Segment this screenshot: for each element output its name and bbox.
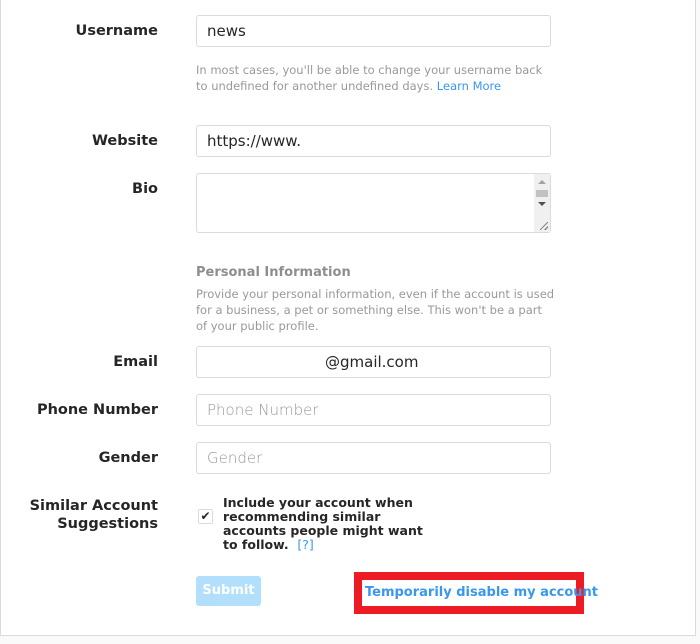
checkmark-icon: ✔ — [200, 509, 211, 523]
bio-label: Bio — [132, 181, 158, 197]
resize-grip-icon[interactable] — [540, 222, 548, 230]
website-label: Website — [91, 133, 158, 149]
personal-info-text: Provide your personal information, even … — [196, 287, 555, 333]
gender-input[interactable]: Gender — [196, 442, 551, 474]
similar-account-label: Similar Account Suggestions — [29, 498, 158, 532]
temporarily-disable-account-link[interactable]: Temporarily disable my account — [365, 585, 598, 600]
website-input[interactable]: https://www. — [196, 125, 551, 157]
similar-help-link[interactable]: [?] — [297, 537, 313, 552]
personal-info-heading: Personal Information — [196, 265, 351, 280]
highlight-box: Temporarily disable my account — [354, 572, 598, 614]
phone-input[interactable]: Phone Number — [196, 394, 551, 426]
scroll-thumb[interactable] — [536, 190, 548, 197]
username-input[interactable]: news — [196, 15, 551, 47]
email-label: Email — [113, 354, 158, 370]
similar-account-text: Include your account when recommending s… — [223, 495, 423, 552]
scroll-down-icon[interactable] — [538, 202, 546, 206]
learn-more-link[interactable]: Learn More — [437, 79, 501, 93]
phone-label: Phone Number — [36, 402, 158, 418]
similar-account-checkbox[interactable]: ✔ — [198, 509, 213, 524]
edit-profile-card: Username news In most cases, you'll be a… — [0, 0, 696, 636]
username-label: Username — [75, 23, 158, 39]
submit-button[interactable]: Submit — [196, 576, 261, 606]
gender-label: Gender — [98, 450, 158, 466]
bio-textarea[interactable] — [196, 173, 551, 233]
scroll-up-icon[interactable] — [538, 180, 546, 184]
username-help: In most cases, you'll be able to change … — [196, 63, 543, 93]
email-input[interactable]: @gmail.com — [196, 346, 551, 378]
